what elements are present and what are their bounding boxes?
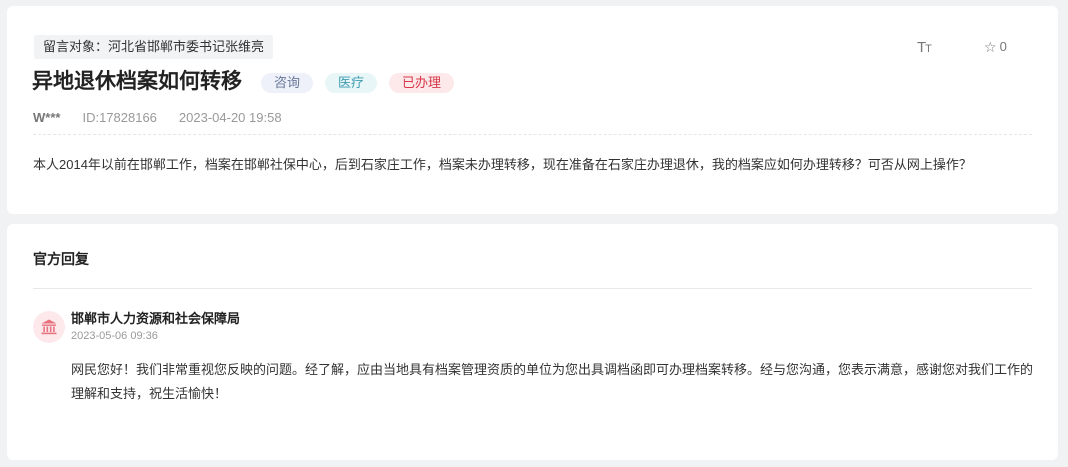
- reply-heading: 官方回复: [33, 251, 89, 267]
- tag-consult: 咨询: [261, 73, 314, 93]
- message-datetime: 2023-04-20 19:58: [178, 110, 282, 125]
- message-card: 留言对象：河北省邯郸市委书记张维亮 异地退休档案如何转移 咨询 医疗 已办理 T…: [7, 6, 1058, 214]
- divider: [33, 134, 1032, 135]
- favorite-button[interactable]: ☆ 0: [984, 39, 1007, 54]
- government-building-icon: [41, 319, 57, 335]
- divider: [33, 288, 1032, 289]
- favorite-count: 0: [999, 39, 1007, 54]
- reply-content: 网民您好！我们非常重视您反映的问题。经了解，应由当地具有档案管理资质的单位为您出…: [71, 362, 1034, 401]
- tag-list: 咨询 医疗 已办理: [261, 73, 455, 93]
- font-size-toggle[interactable]: TT: [917, 39, 932, 56]
- avatar: [33, 311, 65, 343]
- star-icon: ☆: [984, 38, 997, 55]
- reply-org-name: 邯郸市人力资源和社会保障局: [71, 311, 241, 326]
- message-target-tag: 留言对象：河北省邯郸市委书记张维亮: [34, 35, 274, 59]
- font-size-icon: TT: [917, 39, 932, 56]
- message-id: ID:17828166: [82, 110, 157, 125]
- reply-datetime: 2023-05-06 09:36: [71, 330, 158, 342]
- author-name: W***: [33, 110, 61, 125]
- message-content: 本人2014年以前在邯郸工作，档案在邯郸社保中心，后到石家庄工作，档案未办理转移…: [33, 157, 972, 172]
- official-reply-card: 官方回复 邯郸市人力资源和社会保障局 2023-05-06 09:36 网民您好…: [7, 224, 1058, 460]
- message-meta: W*** ID:17828166 2023-04-20 19:58: [33, 110, 282, 125]
- tag-medical: 医疗: [325, 73, 378, 93]
- tag-status-done: 已办理: [389, 73, 455, 93]
- page-title: 异地退休档案如何转移: [32, 70, 242, 93]
